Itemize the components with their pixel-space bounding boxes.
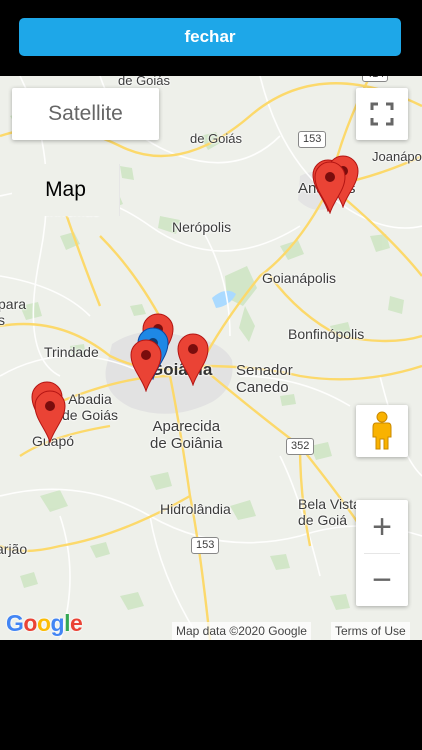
route-shield-153-north: 153 — [298, 131, 327, 148]
header-bar: fechar — [0, 0, 422, 76]
fullscreen-icon — [370, 102, 394, 126]
place-label-bonfinopolis: Bonfinópolis — [288, 326, 365, 342]
place-label: de Goiás — [190, 131, 243, 146]
place-label-joanapolis: Joanápol — [372, 149, 422, 164]
map-marker[interactable] — [313, 160, 347, 214]
zoom-control: + − — [356, 500, 408, 606]
route-shield-153-south: 153 — [191, 537, 220, 554]
fullscreen-button[interactable] — [356, 88, 408, 140]
route-shield-352: 352 — [286, 438, 315, 455]
place-label-trindade: Trindade — [44, 344, 99, 360]
map-type-control: Map Satellite — [12, 88, 159, 216]
map-marker[interactable] — [176, 332, 210, 386]
place-label-partial: para s — [0, 296, 27, 329]
terms-of-use-link[interactable]: Terms of Use — [331, 622, 410, 640]
place-label-aparecida: Aparecida de Goiânia — [150, 418, 223, 453]
pegman-icon — [372, 411, 392, 450]
place-label: de Goiás — [118, 76, 171, 88]
place-label-abadia: Abadia de Goiás — [62, 391, 119, 424]
map-view[interactable]: 414 153 352 153 de Goiás de Goiás Anápol… — [0, 76, 422, 640]
bottom-area — [0, 640, 422, 750]
place-label-bela-vista: Bela Vista de Goiá — [298, 496, 361, 529]
route-shield-414: 414 — [362, 76, 389, 82]
place-label-hidrolandia: Hidrolândia — [160, 501, 231, 517]
zoom-in-button[interactable]: + — [356, 501, 408, 553]
map-attribution: Map data ©2020 Google — [172, 622, 311, 640]
place-label-partial-jardim: arjão — [0, 541, 28, 557]
map-marker[interactable] — [33, 389, 67, 443]
map-type-map-button[interactable]: Map — [12, 164, 120, 216]
google-logo[interactable]: Google — [6, 610, 83, 637]
close-button[interactable]: fechar — [19, 18, 401, 56]
zoom-out-button[interactable]: − — [356, 554, 408, 606]
place-label-neropolis: Nerópolis — [172, 219, 232, 235]
place-label-goianapolis: Goianápolis — [262, 270, 336, 286]
place-label-senador-canedo: Senador Canedo — [236, 362, 293, 397]
street-view-button[interactable] — [356, 405, 408, 457]
map-marker[interactable] — [129, 338, 163, 392]
map-type-satellite-button[interactable]: Satellite — [12, 88, 159, 140]
